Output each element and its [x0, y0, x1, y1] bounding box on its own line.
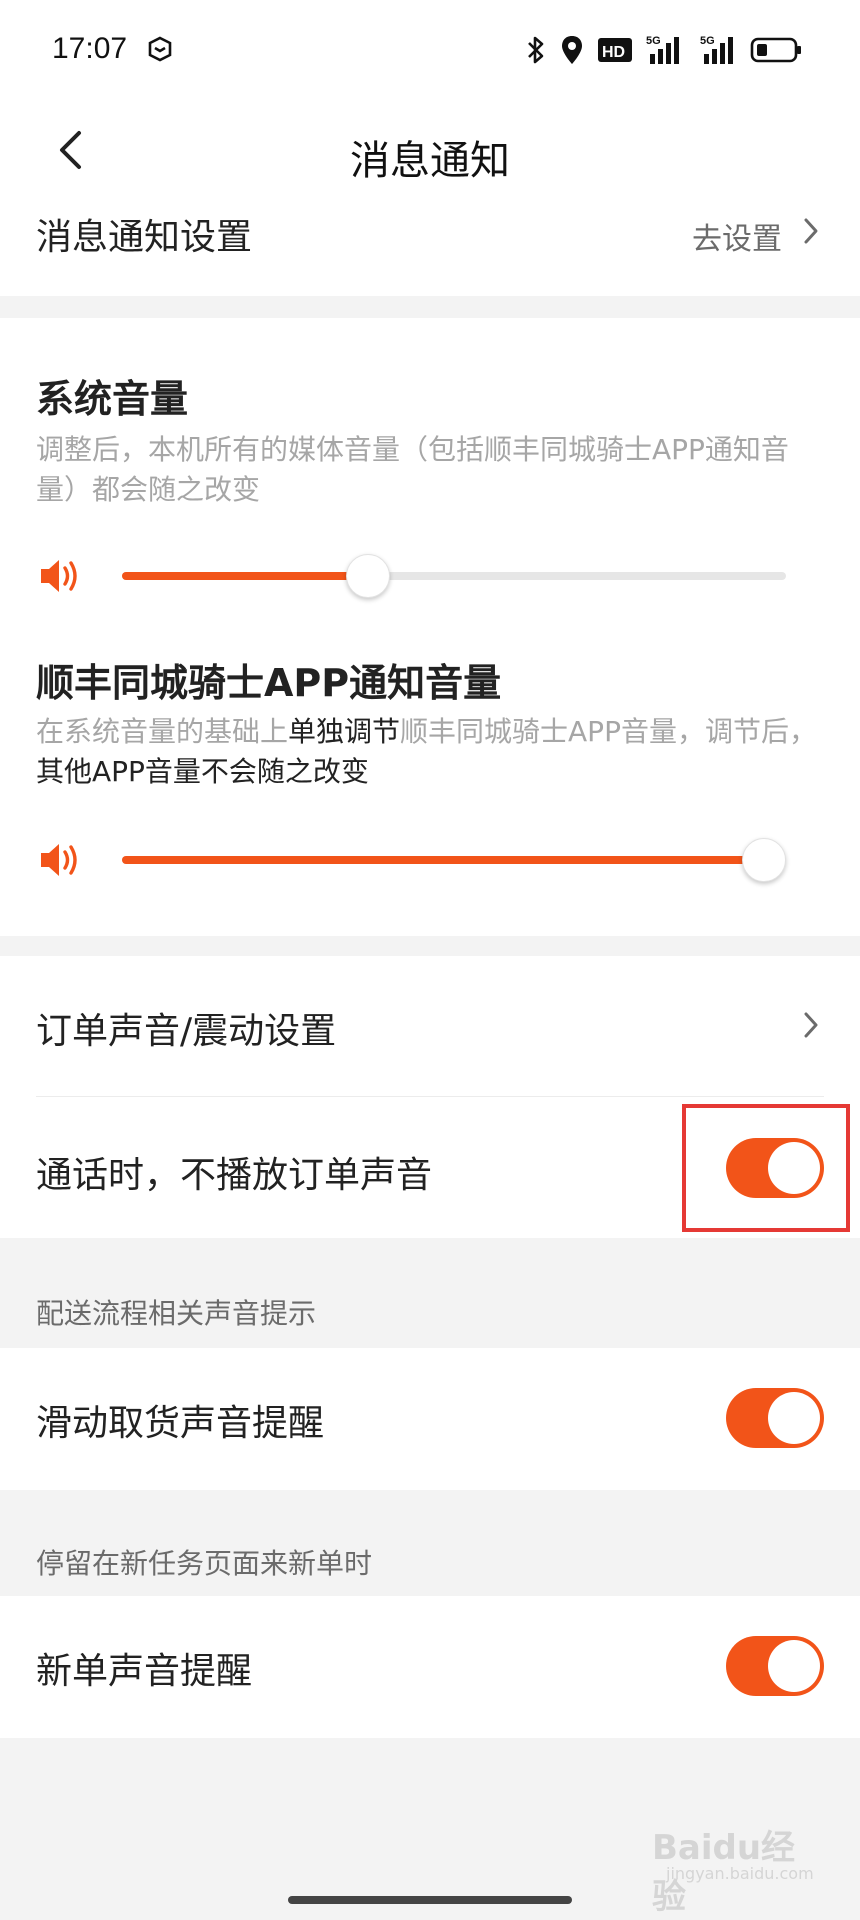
signal-5g-icon: 5G	[646, 35, 679, 64]
net2-label: 5G	[700, 35, 715, 47]
watermark: Baidu经验 jingyan.baidu.com	[652, 1820, 814, 1917]
toggle-knob	[768, 1392, 820, 1444]
nav-bar: 消息通知	[0, 100, 860, 200]
speaker-icon	[41, 844, 77, 876]
location-icon	[562, 36, 582, 64]
shield-icon	[148, 36, 172, 62]
home-indicator[interactable]	[288, 1896, 572, 1904]
hd-icon: HD	[598, 38, 632, 62]
system-volume-title: 系统音量	[36, 377, 189, 421]
watermark-url: jingyan.baidu.com	[666, 1864, 814, 1883]
notification-settings-row[interactable]: 消息通知设置 去设置	[0, 200, 860, 296]
notification-settings-action[interactable]: 去设置	[692, 214, 782, 258]
app-volume-description-pre: 在系统音量的基础上	[36, 715, 289, 748]
net1-label: 5G	[646, 35, 661, 47]
slider-thumb[interactable]	[345, 554, 390, 598]
mute-during-call-label: 通话时，不播放订单声音	[36, 1155, 433, 1196]
signal-5g-icon: 5G	[700, 35, 733, 64]
app-volume-description-mid: 顺丰同城骑士APP音量，调节后，	[400, 715, 817, 748]
bluetooth-icon	[528, 36, 544, 64]
chevron-right-icon	[804, 218, 818, 244]
status-icons: HD 5G 5G	[526, 30, 802, 70]
slider-fill	[122, 856, 764, 864]
order-sound-row[interactable]: 订单声音/震动设置	[0, 956, 860, 1096]
order-sound-label: 订单声音/震动设置	[36, 1011, 337, 1052]
chevron-right-icon	[804, 1012, 818, 1038]
app-volume-title: 顺丰同城骑士APP通知音量	[36, 661, 502, 705]
notification-settings-label: 消息通知设置	[36, 217, 253, 258]
new-order-sound-label: 新单声音提醒	[36, 1651, 253, 1692]
battery-icon	[750, 37, 801, 63]
volume-card: 系统音量 调整后，本机所有的媒体音量（包括顺丰同城骑士APP通知音量）都会随之改…	[0, 318, 860, 936]
status-bar: 17:07 HD 5G 5G	[0, 0, 860, 100]
system-volume-description: 调整后，本机所有的媒体音量（包括顺丰同城骑士APP通知音量）都会随之改变	[36, 433, 789, 506]
delivery-sound-label: 滑动取货声音提醒	[36, 1403, 325, 1444]
new-task-group-caption: 停留在新任务页面来新单时	[36, 1547, 373, 1580]
highlight-box	[682, 1104, 850, 1232]
new-order-sound-row: 新单声音提醒	[0, 1596, 860, 1738]
system-volume-slider[interactable]	[122, 554, 786, 598]
divider	[36, 1096, 824, 1097]
status-time: 17:07	[52, 32, 128, 65]
delivery-sound-row: 滑动取货声音提醒	[0, 1348, 860, 1490]
speaker-icon	[41, 560, 77, 592]
toggle-knob	[768, 1640, 820, 1692]
app-volume-description-highlight2: 其他APP音量不会随之改变	[36, 755, 369, 788]
slider-thumb[interactable]	[742, 838, 786, 882]
hd-label: HD	[602, 44, 625, 61]
app-volume-description-highlight: 单独调节	[288, 715, 401, 748]
new-order-sound-toggle[interactable]	[726, 1636, 824, 1696]
slider-fill	[122, 572, 368, 580]
app-volume-description: 在系统音量的基础上单独调节顺丰同城骑士APP音量，调节后， 其他APP音量不会随之…	[36, 712, 826, 792]
app-volume-slider[interactable]	[122, 838, 786, 882]
page-title: 消息通知	[350, 138, 510, 184]
delivery-group-caption: 配送流程相关声音提示	[36, 1297, 317, 1330]
delivery-sound-toggle[interactable]	[726, 1388, 824, 1448]
